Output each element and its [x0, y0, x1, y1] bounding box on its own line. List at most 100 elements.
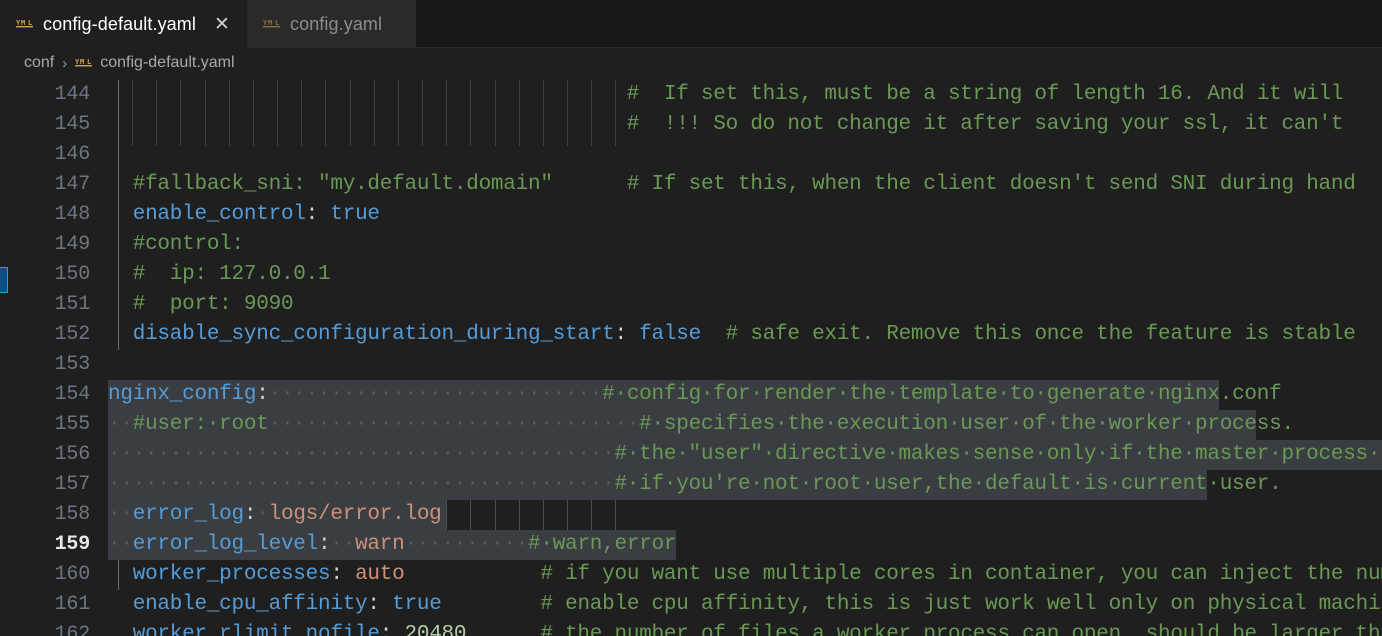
code-token: :	[305, 203, 319, 226]
editor-window: YML config-default.yaml ✕ YML config.yam…	[0, 0, 1382, 636]
code-line[interactable]: disable_sync_configuration_during_start:…	[108, 320, 1356, 350]
code-token: enable_cpu_affinity	[132, 593, 368, 616]
code-token: disable_sync_configuration_during_start	[132, 323, 615, 346]
code-token: #·specifies·the·execution·user·of·the·wo…	[639, 413, 1294, 436]
tab-config-yaml[interactable]: YML config.yaml	[246, 0, 417, 48]
yaml-file-icon: YML	[16, 16, 34, 32]
code-line[interactable]: # port: 9090	[108, 290, 294, 320]
code-token: # If set this, must be a string of lengt…	[626, 83, 1344, 106]
line-number: 154	[54, 383, 91, 406]
line-number: 147	[54, 173, 91, 196]
code-line[interactable]: #fallback_sni: "my.default.domain" # If …	[108, 170, 1356, 200]
code-token: #·the·"user"·directive·makes·sense·only·…	[614, 443, 1382, 466]
code-token: # safe exit. Remove this once the featur…	[725, 323, 1356, 346]
code-editor[interactable]: 144 145 146 147 148 149 150 151 152 153 154 155 156 1…	[0, 78, 1382, 636]
code-line[interactable]: worker_rlimit_nofile: 20480 # the number…	[108, 620, 1382, 636]
code-token: warn	[355, 533, 405, 556]
code-token: # ip: 127.0.0.1	[132, 263, 331, 286]
line-number: 145	[54, 113, 91, 136]
yaml-file-icon: YML	[262, 16, 281, 32]
line-number: 151	[54, 293, 91, 316]
line-number: 160	[54, 563, 91, 586]
line-number: 152	[54, 323, 91, 346]
code-token: ·	[256, 503, 269, 526]
code-token: # enable cpu affinity, this is just work…	[540, 593, 1382, 616]
code-token: ··	[330, 533, 356, 556]
code-token: false	[639, 323, 701, 346]
tab-close-icon[interactable]: ✕	[211, 13, 233, 35]
line-number: 150	[54, 263, 91, 286]
breadcrumb-item-file[interactable]: config-default.yaml	[100, 54, 234, 72]
line-number: 157	[54, 473, 91, 496]
code-token: worker_rlimit_nofile	[132, 623, 380, 636]
code-token: worker_processes	[132, 563, 331, 586]
code-token: nginx_config	[108, 383, 257, 406]
line-number: 148	[54, 203, 91, 226]
code-token: # if you want use multiple cores in cont…	[540, 563, 1382, 586]
code-token: #·if·you're·not·root·user,the·default·is…	[614, 473, 1282, 496]
code-token: #·warn,error	[528, 533, 677, 556]
code-line[interactable]: ··error_log:·logs/error.log	[108, 500, 442, 530]
line-number: 158	[54, 503, 91, 526]
breadcrumb-item-conf[interactable]: conf	[24, 54, 54, 72]
code-line[interactable]: nginx_config:···························…	[108, 380, 1282, 410]
code-line[interactable]: ········································…	[108, 470, 1282, 500]
tab-label: config-default.yaml	[43, 13, 196, 34]
code-content[interactable]: # If set this, must be a string of lengt…	[108, 78, 1382, 636]
code-line[interactable]: #control:	[108, 230, 244, 260]
code-token: error_log_level	[132, 533, 319, 556]
code-line[interactable]: worker_processes: auto # if you want use…	[108, 560, 1382, 590]
line-number: 161	[54, 593, 91, 616]
code-line[interactable]: ··#user:·root···························…	[108, 410, 1294, 440]
code-line[interactable]: enable_cpu_affinity: true # enable cpu a…	[108, 590, 1382, 620]
svg-text:M: M	[80, 58, 84, 66]
code-token: :	[243, 503, 257, 526]
line-number-gutter: 144 145 146 147 148 149 150 151 152 153 154 155 156 1…	[0, 78, 108, 636]
code-token: :	[614, 323, 627, 346]
code-token: logs/error.log	[268, 503, 442, 526]
code-token: ··	[108, 533, 133, 556]
code-token: ···························	[268, 383, 603, 406]
tab-config-default-yaml[interactable]: YML config-default.yaml ✕	[0, 0, 247, 49]
code-line[interactable]: # ip: 127.0.0.1	[108, 260, 331, 290]
code-line[interactable]: enable_control: true	[108, 200, 380, 230]
code-token: :	[367, 593, 380, 616]
svg-text:L: L	[275, 19, 279, 27]
line-number: 153	[54, 353, 91, 376]
code-token: # If set this, when the client doesn't s…	[626, 173, 1356, 196]
code-line[interactable]: ··error_log_level:··warn··········#·warn…	[108, 530, 677, 560]
tab-bar: YML config-default.yaml ✕ YML config.yam…	[0, 0, 1382, 49]
code-token: # port: 9090	[132, 293, 294, 316]
chevron-right-icon: ›	[62, 54, 68, 72]
code-token: # !!! So do not change it after saving y…	[626, 113, 1344, 136]
code-token: :	[330, 563, 343, 586]
code-token: ······························	[268, 413, 640, 436]
code-token: #control:	[132, 233, 244, 256]
code-token: ········································…	[108, 473, 615, 496]
code-token: ··	[108, 503, 133, 526]
code-line[interactable]: # If set this, must be a string of lengt…	[108, 80, 1344, 110]
code-token: :	[318, 533, 331, 556]
breadcrumb: conf › YML config-default.yaml	[0, 48, 1382, 78]
code-line[interactable]: ········································…	[108, 440, 1382, 470]
code-token: true	[392, 593, 442, 616]
code-token: :	[379, 623, 393, 636]
code-token: # the number of files a worker process c…	[540, 623, 1382, 636]
code-line[interactable]: # !!! So do not change it after saving y…	[108, 110, 1344, 140]
code-token: auto	[355, 563, 405, 586]
svg-text:M: M	[21, 19, 25, 27]
line-number: 162	[54, 623, 91, 636]
